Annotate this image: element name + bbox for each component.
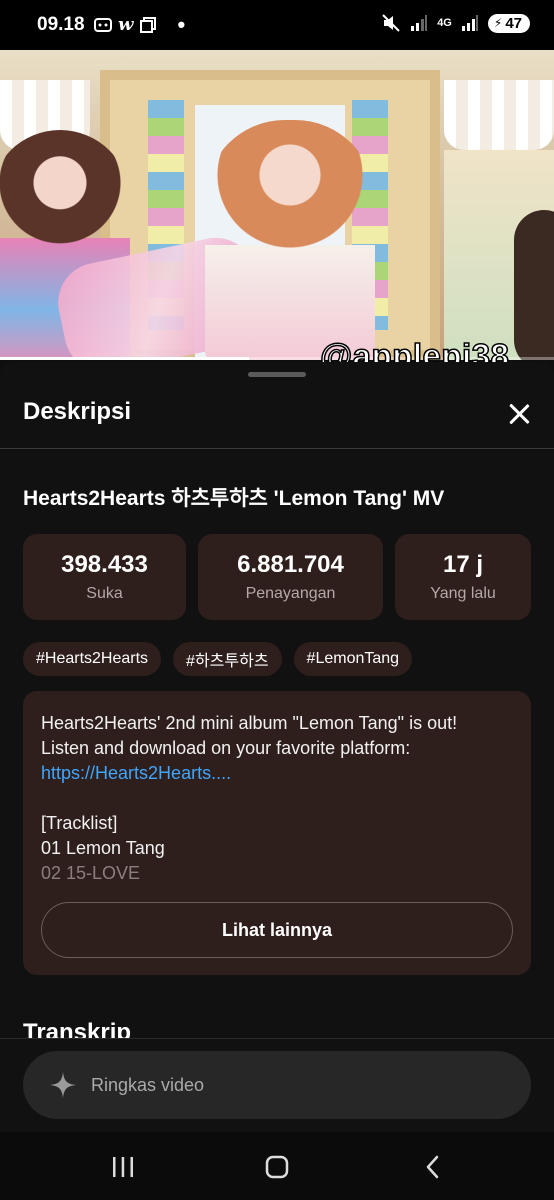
sheet-title: Deskripsi: [23, 398, 132, 425]
stat-value: 6.881.704: [237, 551, 344, 578]
system-nav-bar: [0, 1132, 554, 1200]
drag-handle[interactable]: [248, 372, 306, 377]
hashtag-row: #Hearts2Hearts #하츠투하츠 #LemonTang: [23, 642, 413, 676]
description-text: Hearts2Hearts' 2nd mini album "Lemon Tan…: [41, 711, 521, 886]
description-box: Hearts2Hearts' 2nd mini album "Lemon Tan…: [23, 691, 531, 975]
transcript-heading: Transkrip: [23, 1019, 132, 1038]
status-right-icons: 4G ⚡ 47: [381, 13, 530, 33]
video-scene-person-right: [514, 210, 554, 360]
w-app-icon: w: [118, 14, 134, 35]
stat-value: 398.433: [61, 551, 148, 578]
video-title: Hearts2Hearts 하츠투하츠 'Lemon Tang' MV: [23, 487, 445, 510]
recent-apps-icon[interactable]: [110, 1154, 136, 1180]
stat-likes: 398.433 Suka: [23, 534, 186, 620]
stat-label: Yang lalu: [430, 585, 496, 602]
divider: [0, 448, 554, 449]
video-progress-fill: [0, 357, 250, 360]
description-line: 02 15-LOVE: [41, 863, 141, 883]
stat-label: Suka: [86, 585, 123, 602]
video-scene-awning-right: [444, 80, 554, 150]
description-line: 01 Lemon Tang: [41, 838, 165, 858]
summarize-video-label: Ringkas video: [91, 1074, 205, 1095]
bottom-bar: Ringkas video: [0, 1038, 554, 1133]
copy-icon: [139, 16, 156, 33]
description-line: [Tracklist]: [41, 813, 118, 833]
description-link[interactable]: https://Hearts2Hearts....: [41, 761, 521, 786]
battery-level: 47: [505, 14, 522, 32]
description-spacer: [41, 786, 521, 811]
summarize-video-button[interactable]: Ringkas video: [23, 1051, 531, 1119]
back-icon[interactable]: [420, 1154, 446, 1180]
video-scene-person-center: [205, 120, 375, 360]
hashtag-chip[interactable]: #LemonTang: [293, 642, 413, 676]
video-player[interactable]: [0, 50, 554, 360]
notification-dot-icon: •: [177, 11, 186, 37]
stat-views: 6.881.704 Penayangan: [198, 534, 383, 620]
signal-icon-2: [461, 15, 478, 31]
status-left-icons: w •: [94, 11, 186, 37]
mute-icon: [382, 14, 400, 32]
stat-value: 17 j: [442, 551, 484, 578]
sparkle-icon: [50, 1072, 76, 1098]
screen-capture-icon: [94, 17, 112, 32]
hashtag-chip[interactable]: #Hearts2Hearts: [23, 642, 162, 676]
description-line: Hearts2Hearts' 2nd mini album "Lemon Tan…: [41, 713, 458, 733]
status-bar: 09.18 w • 4G ⚡ 47: [0, 0, 554, 50]
battery-icon: ⚡ 47: [487, 13, 530, 33]
hashtag-chip[interactable]: #하츠투하츠: [173, 642, 282, 676]
stat-date: 17 j Yang lalu: [395, 534, 531, 620]
close-icon[interactable]: [505, 400, 533, 428]
description-sheet: Deskripsi Hearts2Hearts 하츠투하츠 'Lemon Tan…: [0, 362, 554, 1038]
stat-label: Penayangan: [245, 585, 336, 602]
home-icon[interactable]: [264, 1154, 290, 1180]
status-time: 09.18: [37, 14, 85, 35]
stats-row: 398.433 Suka 6.881.704 Penayangan 17 j Y…: [23, 534, 531, 620]
signal-4g-icon: 4G: [437, 17, 452, 29]
show-more-button[interactable]: Lihat lainnya: [41, 902, 513, 958]
description-line: Listen and download on your favorite pla…: [41, 738, 411, 758]
signal-icon: [411, 15, 428, 31]
